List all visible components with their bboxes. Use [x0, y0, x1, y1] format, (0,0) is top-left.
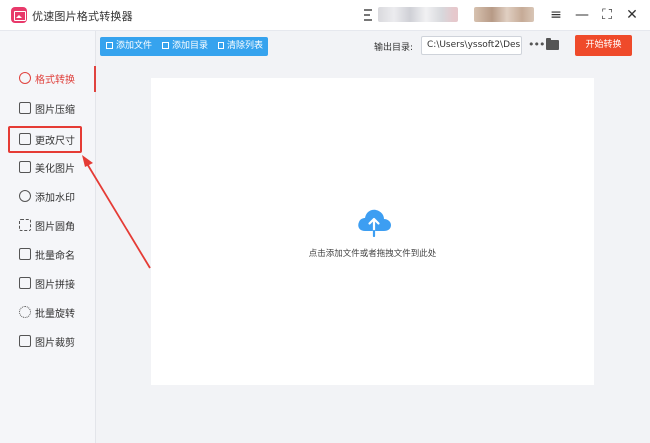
sidebar-item-label: 格式转换 — [35, 75, 75, 86]
blurred-avatar — [474, 7, 534, 22]
minimize-button[interactable]: — — [571, 5, 593, 25]
trash-icon — [218, 42, 224, 49]
sidebar-item-format-convert[interactable]: 格式转换 — [0, 66, 96, 92]
sidebar-item-label: 图片压缩 — [35, 105, 75, 116]
upload-cloud-icon — [358, 209, 391, 237]
stitch-icon — [19, 277, 31, 289]
sidebar-item-label: 批量旋转 — [35, 309, 75, 320]
format-convert-icon — [19, 72, 31, 84]
file-drop-area[interactable]: 点击添加文件或者拖拽文件到此处 — [151, 78, 594, 385]
rounded-corner-icon — [19, 219, 31, 231]
sidebar-item-stitch[interactable]: 图片拼接 — [0, 271, 96, 297]
add-file-icon — [106, 42, 113, 49]
sidebar-item-label: 图片拼接 — [35, 280, 75, 291]
more-options-button[interactable]: ••• — [528, 36, 545, 55]
watermark-icon — [19, 190, 31, 202]
crop-icon — [19, 335, 31, 347]
beautify-icon — [19, 161, 31, 173]
sidebar-item-rename[interactable]: 批量命名 — [0, 242, 96, 268]
folder-icon — [162, 42, 169, 49]
sidebar-item-crop[interactable]: 图片裁剪 — [0, 329, 96, 355]
sidebar-item-label: 添加水印 — [35, 193, 75, 204]
blurred-account-info — [378, 7, 458, 22]
app-title: 优速图片格式转换器 — [32, 10, 133, 23]
rotate-icon — [19, 306, 31, 318]
close-button[interactable]: ✕ — [621, 5, 643, 25]
drop-hint-text: 点击添加文件或者拖拽文件到此处 — [308, 249, 437, 259]
rename-icon — [19, 248, 31, 260]
app-logo-icon — [11, 7, 27, 23]
add-file-button[interactable]: 添加文件 — [106, 37, 152, 56]
sidebar-item-rounded-corner[interactable]: 图片圆角 — [0, 213, 96, 239]
sidebar-item-compress[interactable]: 图片压缩 — [0, 96, 96, 122]
user-icon[interactable] — [364, 8, 372, 22]
open-folder-icon[interactable] — [546, 38, 559, 50]
output-dir-label: 输出目录: — [374, 43, 414, 53]
file-toolbar: 添加文件 添加目录 清除列表 — [100, 37, 268, 56]
sidebar-item-label: 美化图片 — [35, 164, 75, 175]
sidebar: 格式转换 图片压缩 更改尺寸 美化图片 添加水印 图片圆角 批量命名 图片拼接 … — [0, 31, 96, 443]
sidebar-item-rotate[interactable]: 批量旋转 — [0, 300, 96, 326]
title-bar: 优速图片格式转换器 ≡ — ⛶ ✕ — [0, 0, 650, 31]
resize-highlight-box — [8, 126, 82, 153]
menu-button[interactable]: ≡ — [545, 5, 567, 25]
sidebar-item-label: 批量命名 — [35, 251, 75, 262]
add-folder-button[interactable]: 添加目录 — [162, 37, 208, 56]
compress-icon — [19, 102, 31, 114]
maximize-button[interactable]: ⛶ — [596, 5, 618, 25]
clear-list-button[interactable]: 清除列表 — [218, 37, 263, 56]
output-path-field[interactable]: C:\Users\yssoft2\Deskt — [421, 36, 522, 55]
sidebar-item-label: 图片圆角 — [35, 222, 75, 233]
sidebar-item-beautify[interactable]: 美化图片 — [0, 155, 96, 181]
sidebar-item-label: 图片裁剪 — [35, 338, 75, 349]
start-convert-button[interactable]: 开始转换 — [575, 35, 632, 56]
sidebar-item-watermark[interactable]: 添加水印 — [0, 184, 96, 210]
